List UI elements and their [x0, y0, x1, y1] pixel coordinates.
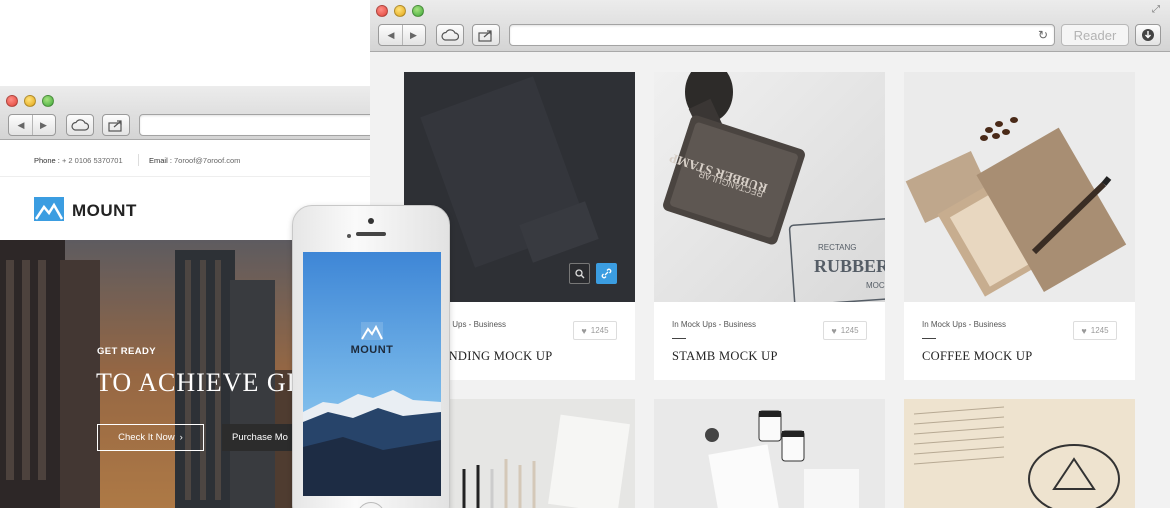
mountain-icon: [361, 322, 383, 340]
divider: [672, 338, 686, 339]
book-mockup-art: [904, 399, 1135, 508]
portfolio-card[interactable]: In Mock Ups - Business ♥ 1245 COFFEE MOCK…: [904, 72, 1135, 380]
close-window-button[interactable]: [376, 5, 388, 17]
mount-logo-icon[interactable]: [34, 197, 64, 221]
mountain-icon: [34, 202, 64, 220]
browser-toolbar: ◀ ▶: [0, 86, 370, 140]
downloads-button[interactable]: [1135, 24, 1161, 46]
divider: [0, 176, 370, 177]
window-controls: [6, 95, 54, 107]
chevron-right-icon: ›: [179, 432, 183, 443]
address-bar[interactable]: [139, 114, 370, 136]
phone-screen[interactable]: MOUNT: [303, 252, 441, 496]
heart-icon: ♥: [831, 325, 837, 336]
phone-app-background: [303, 252, 441, 496]
card-title[interactable]: STAMB MOCK UP: [672, 349, 778, 364]
forward-arrow-icon[interactable]: ▶: [32, 115, 54, 135]
stamp-print-main: RUBBER: [814, 256, 885, 276]
share-button[interactable]: [472, 24, 500, 46]
portfolio-card[interactable]: [654, 399, 885, 508]
download-icon: [1142, 29, 1154, 41]
heart-icon: ♥: [581, 325, 587, 336]
stamp-print-bottom: MOC: [866, 281, 885, 290]
link-icon: [601, 268, 612, 279]
brand-name[interactable]: MOUNT: [72, 201, 137, 221]
zoom-window-button[interactable]: [412, 5, 424, 17]
forward-arrow-icon[interactable]: ▶: [402, 25, 424, 45]
phone-brand-name: MOUNT: [350, 344, 394, 356]
link-button[interactable]: [596, 263, 617, 284]
like-button[interactable]: ♥ 1245: [573, 321, 617, 340]
cloud-icon: [441, 29, 459, 41]
icloud-button[interactable]: [436, 24, 464, 46]
search-icon: [574, 268, 584, 278]
home-button[interactable]: [357, 502, 385, 508]
cups-mockup-art: [705, 410, 859, 508]
contact-phone: Phone : + 2 0106 5370701: [34, 156, 123, 165]
check-it-now-label: Check It Now: [118, 432, 175, 443]
divider: [138, 154, 139, 166]
sensor-icon: [347, 234, 351, 238]
portfolio-card[interactable]: [904, 399, 1135, 508]
close-window-button[interactable]: [6, 95, 18, 107]
mount-logo-icon: [361, 322, 383, 340]
address-bar[interactable]: ↻: [509, 24, 1055, 46]
like-count: 1245: [1090, 326, 1109, 335]
back-forward-group: ◀ ▶: [8, 114, 56, 136]
stamp-print-top: RECTANG: [818, 243, 857, 252]
cloud-icon: [71, 119, 89, 131]
showcase-stage: ⤢ ◀ ▶ ↻ Reader In Mock Ups - Business ♥ …: [0, 0, 1170, 508]
fullscreen-icon[interactable]: ⤢: [1152, 4, 1164, 16]
window-controls: [376, 5, 424, 17]
portfolio-card[interactable]: RUBBER STAMP RECTANGULAR RECTANG RUBBER …: [654, 72, 885, 380]
speaker-icon: [356, 232, 386, 236]
email-value[interactable]: 7oroof@7oroof.com: [174, 156, 240, 165]
share-button[interactable]: [102, 114, 130, 136]
reader-button[interactable]: Reader: [1061, 24, 1129, 46]
like-count: 1245: [840, 326, 859, 335]
iphone-device: MOUNT: [292, 205, 450, 508]
contact-email: Email : 7oroof@7oroof.com: [149, 156, 240, 165]
stamp-mockup-image: RUBBER STAMP RECTANGULAR RECTANG RUBBER …: [654, 72, 885, 302]
coffee-mockup-image: [904, 72, 1135, 302]
back-forward-group: ◀ ▶: [378, 24, 426, 46]
minimize-window-button[interactable]: [24, 95, 36, 107]
phone-label: Phone :: [34, 156, 60, 165]
share-icon: [478, 29, 492, 42]
icloud-button[interactable]: [66, 114, 94, 136]
phone-value: + 2 0106 5370701: [61, 156, 123, 165]
camera-icon: [368, 218, 374, 224]
reload-icon[interactable]: ↻: [1038, 28, 1048, 42]
zoom-button[interactable]: [569, 263, 590, 284]
card-category: In Mock Ups - Business: [922, 320, 1007, 329]
hero-title: TO ACHIEVE GL: [96, 368, 304, 397]
stamp-mockup-art: RUBBER STAMP RECTANGULAR RECTANG RUBBER …: [663, 72, 885, 302]
divider: [922, 338, 936, 339]
like-button[interactable]: ♥ 1245: [1073, 321, 1117, 340]
share-icon: [108, 119, 122, 132]
card-title[interactable]: COFFEE MOCK UP: [922, 349, 1032, 364]
card-category: In Mock Ups - Business: [672, 320, 757, 329]
browser-toolbar: ⤢ ◀ ▶ ↻ Reader: [370, 0, 1170, 52]
back-arrow-icon[interactable]: ◀: [380, 25, 402, 45]
back-arrow-icon[interactable]: ◀: [10, 115, 32, 135]
coffee-mockup-art: [905, 117, 1127, 297]
hero-kicker: GET READY: [97, 346, 157, 357]
like-button[interactable]: ♥ 1245: [823, 321, 867, 340]
zoom-window-button[interactable]: [42, 95, 54, 107]
like-count: 1245: [590, 326, 609, 335]
portfolio-browser-window: ⤢ ◀ ▶ ↻ Reader In Mock Ups - Business ♥ …: [370, 0, 1170, 508]
minimize-window-button[interactable]: [394, 5, 406, 17]
heart-icon: ♥: [1081, 325, 1087, 336]
email-label: Email :: [149, 156, 172, 165]
check-it-now-button[interactable]: Check It Now ›: [97, 424, 204, 451]
